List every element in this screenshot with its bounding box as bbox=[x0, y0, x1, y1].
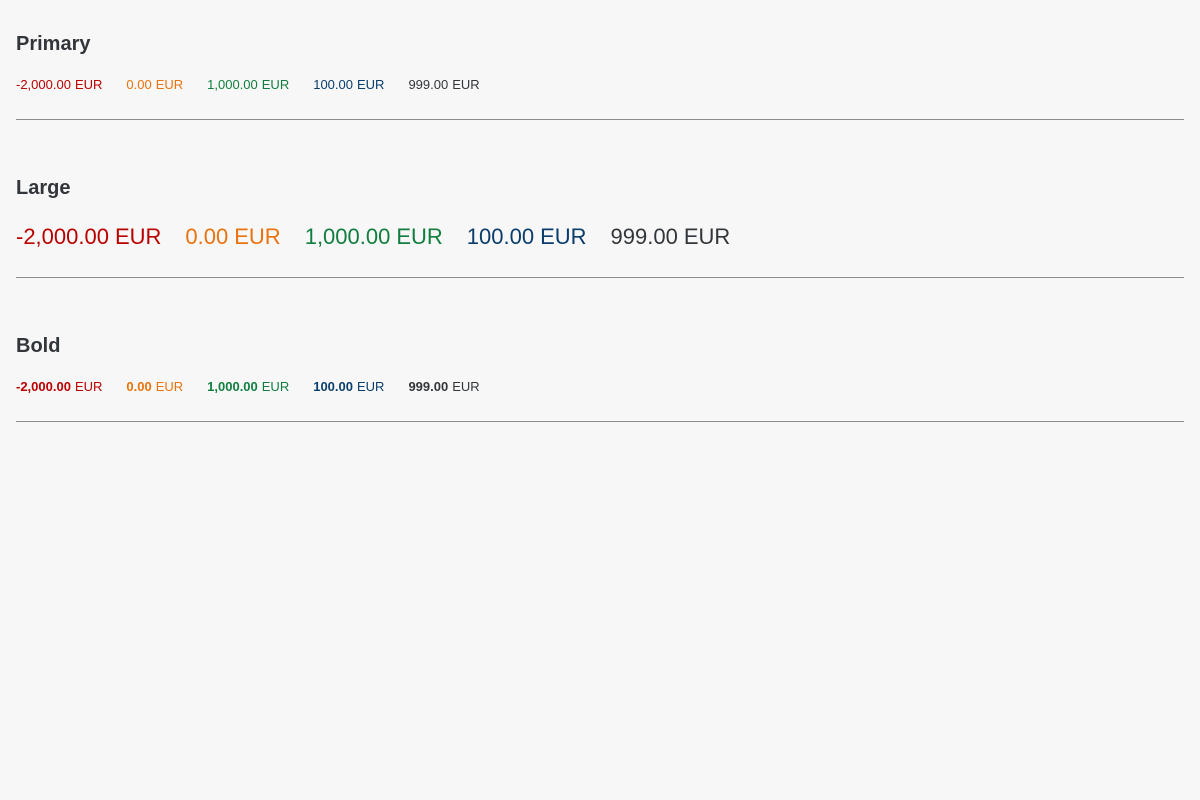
number-unit: EUR bbox=[114, 224, 162, 249]
number-value: -2,000.00 bbox=[16, 77, 71, 92]
number-value: 0.00 bbox=[185, 224, 229, 249]
number-value: 999.00 bbox=[408, 77, 449, 92]
number-unit: EUR bbox=[155, 379, 184, 394]
number-unit: EUR bbox=[356, 379, 385, 394]
object-number-success: 1,000.00 EUR bbox=[207, 77, 289, 92]
section-divider bbox=[16, 277, 1184, 278]
number-unit: EUR bbox=[540, 224, 587, 249]
number-value: 999.00 bbox=[408, 379, 449, 394]
object-number-neutral: 999.00 EUR bbox=[408, 77, 479, 92]
object-number-information: 100.00 EUR bbox=[313, 77, 384, 92]
number-unit: EUR bbox=[234, 224, 281, 249]
number-unit: EUR bbox=[452, 379, 480, 394]
object-number-error: -2,000.00 EUR bbox=[16, 224, 161, 250]
number-unit: EUR bbox=[74, 77, 103, 92]
number-unit: EUR bbox=[452, 77, 480, 92]
number-unit: EUR bbox=[261, 379, 290, 394]
section-divider bbox=[16, 421, 1184, 422]
number-value: -2,000.00 bbox=[16, 379, 71, 394]
number-unit: EUR bbox=[683, 224, 731, 249]
number-unit: EUR bbox=[396, 224, 443, 249]
object-number-neutral: 999.00 EUR bbox=[611, 224, 731, 250]
object-number-neutral: 999.00 EUR bbox=[408, 379, 479, 394]
object-number-success: 1,000.00 EUR bbox=[207, 379, 289, 394]
number-value: 1,000.00 bbox=[304, 224, 391, 249]
object-number-error: -2,000.00 EUR bbox=[16, 77, 102, 92]
number-row-bold: -2,000.00 EUR 0.00 EUR 1,000.00 EUR 100.… bbox=[16, 379, 504, 394]
section-divider bbox=[16, 119, 1184, 120]
number-value: 100.00 bbox=[466, 224, 535, 249]
number-value: 1,000.00 bbox=[207, 379, 258, 394]
number-row-primary: -2,000.00 EUR 0.00 EUR 1,000.00 EUR 100.… bbox=[16, 77, 504, 92]
number-value: -2,000.00 bbox=[16, 224, 109, 249]
object-number-critical: 0.00 EUR bbox=[126, 77, 183, 92]
number-unit: EUR bbox=[155, 77, 184, 92]
number-value: 0.00 bbox=[126, 379, 152, 394]
section-title-large: Large bbox=[16, 177, 71, 199]
number-unit: EUR bbox=[356, 77, 385, 92]
section-title-primary: Primary bbox=[16, 33, 91, 55]
object-number-critical: 0.00 EUR bbox=[126, 379, 183, 394]
number-value: 999.00 bbox=[610, 224, 678, 249]
object-number-information: 100.00 EUR bbox=[313, 379, 384, 394]
number-row-large: -2,000.00 EUR 0.00 EUR 1,000.00 EUR 100.… bbox=[16, 224, 754, 250]
number-value: 0.00 bbox=[126, 77, 152, 92]
object-number-critical: 0.00 EUR bbox=[185, 224, 280, 250]
page: Primary -2,000.00 EUR 0.00 EUR 1,000.00 … bbox=[0, 0, 1200, 800]
section-title-bold: Bold bbox=[16, 335, 61, 357]
number-unit: EUR bbox=[261, 77, 290, 92]
number-value: 100.00 bbox=[313, 77, 353, 92]
object-number-error: -2,000.00 EUR bbox=[16, 379, 102, 394]
number-value: 1,000.00 bbox=[207, 77, 258, 92]
number-unit: EUR bbox=[74, 379, 103, 394]
number-value: 100.00 bbox=[313, 379, 353, 394]
object-number-information: 100.00 EUR bbox=[467, 224, 587, 250]
object-number-success: 1,000.00 EUR bbox=[305, 224, 443, 250]
